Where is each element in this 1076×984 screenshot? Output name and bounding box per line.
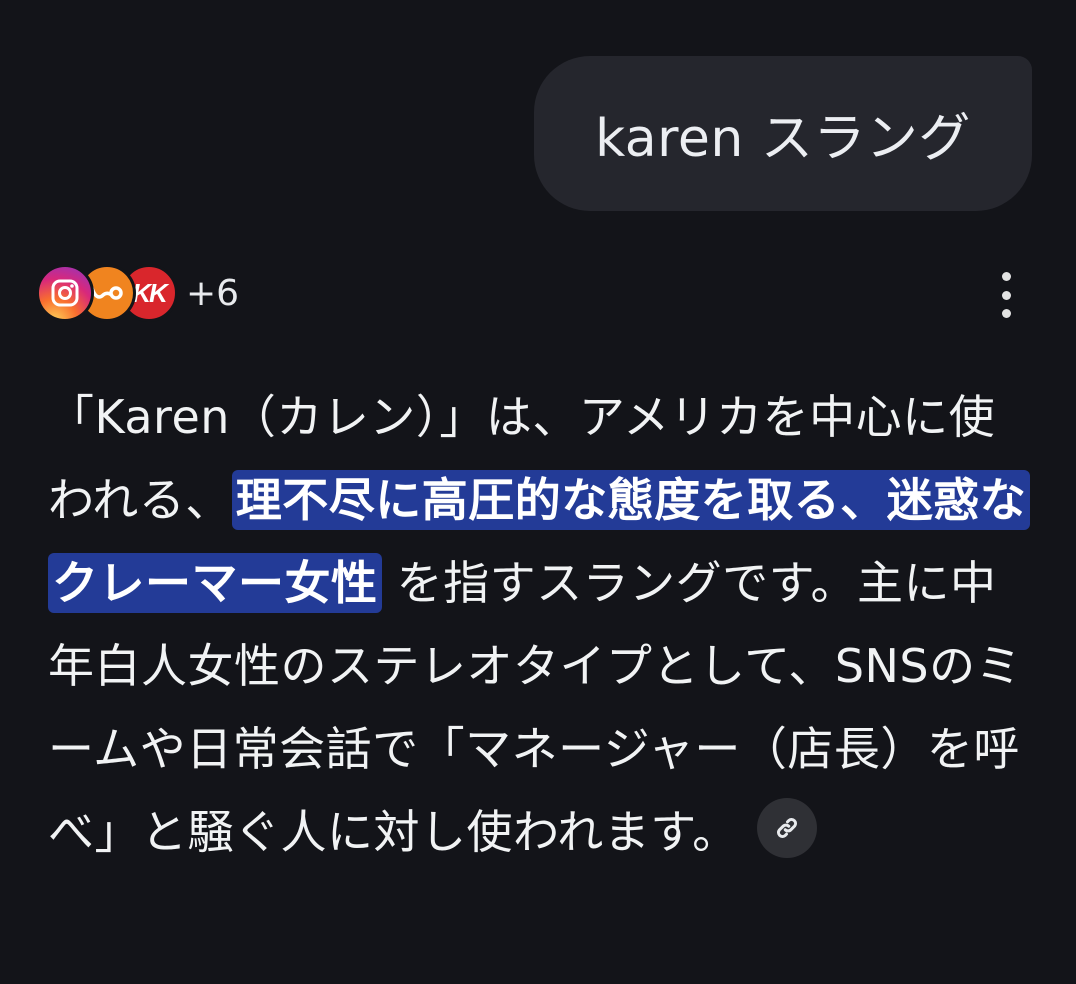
sources-row[interactable]: KK +6 xyxy=(36,261,239,325)
answer-text: 「Karen（カレン）」は、アメリカを中心に使われる、理不尽に高圧的な態度を取る… xyxy=(48,376,1038,874)
user-query-text: karen スラング xyxy=(595,109,971,169)
link-icon[interactable] xyxy=(756,797,817,858)
instagram-icon xyxy=(36,264,94,322)
red-brand-icon-text: KK xyxy=(132,277,168,308)
more-options-icon[interactable] xyxy=(986,272,1026,318)
more-sources-count: +6 xyxy=(186,272,240,314)
user-query-bubble: karen スラング xyxy=(534,56,1032,211)
